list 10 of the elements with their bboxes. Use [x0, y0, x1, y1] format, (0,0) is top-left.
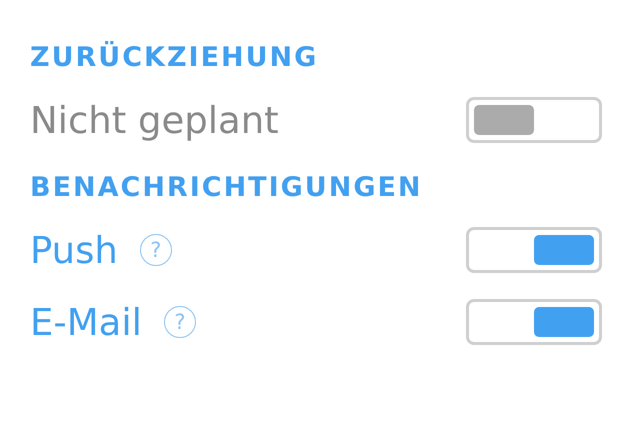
- help-icon[interactable]: ?: [164, 306, 196, 338]
- toggle-switch[interactable]: [466, 299, 602, 345]
- toggle-switch[interactable]: [466, 97, 602, 143]
- section-heading: ZURÜCKZIEHUNG: [30, 40, 320, 74]
- setting-label: Push: [30, 228, 118, 272]
- setting-label: Nicht geplant: [30, 98, 279, 142]
- toggle-switch[interactable]: [466, 227, 602, 273]
- help-icon[interactable]: ?: [140, 234, 172, 266]
- section-heading: BENACHRICHTIGUNGEN: [30, 170, 424, 204]
- setting-label: E-Mail: [30, 300, 142, 344]
